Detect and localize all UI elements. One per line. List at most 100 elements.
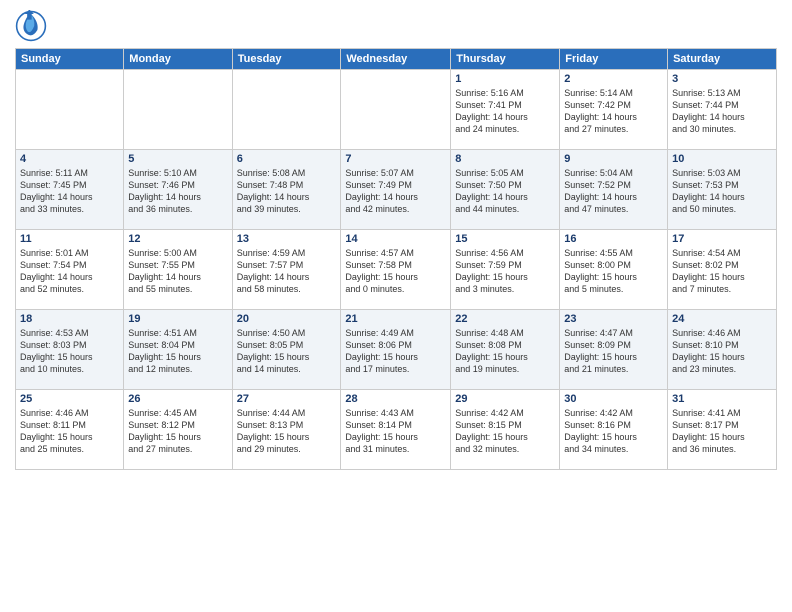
calendar-cell: 20 Sunrise: 4:50 AM Sunset: 8:05 PM Dayli… <box>232 310 341 390</box>
week-row-5: 25 Sunrise: 4:46 AM Sunset: 8:11 PM Dayli… <box>16 390 777 470</box>
day-info: Sunrise: 4:55 AM Sunset: 8:00 PM Dayligh… <box>564 247 663 296</box>
logo <box>15 10 51 42</box>
week-row-2: 4 Sunrise: 5:11 AM Sunset: 7:45 PM Daylig… <box>16 150 777 230</box>
day-number: 24 <box>672 313 772 325</box>
day-number: 28 <box>345 393 446 405</box>
day-number: 26 <box>128 393 227 405</box>
weekday-header-sunday: Sunday <box>16 49 124 70</box>
day-info: Sunrise: 5:04 AM Sunset: 7:52 PM Dayligh… <box>564 167 663 216</box>
calendar-cell: 10Sunrise: 5:03 AM Sunset: 7:53 PM Dayli… <box>668 150 777 230</box>
day-info: Sunrise: 5:07 AM Sunset: 7:49 PM Dayligh… <box>345 167 446 216</box>
day-info: Sunrise: 4:46 AM Sunset: 8:10 PM Dayligh… <box>672 327 772 376</box>
day-number: 10 <box>672 153 772 165</box>
day-number: 21 <box>345 313 446 325</box>
calendar-cell: 22 Sunrise: 4:48 AM Sunset: 8:08 PM Dayli… <box>451 310 560 390</box>
calendar-cell: 29 Sunrise: 4:42 AM Sunset: 8:15 PM Dayli… <box>451 390 560 470</box>
day-number: 5 <box>128 153 227 165</box>
calendar-cell: 6 Sunrise: 5:08 AM Sunset: 7:48 PM Daylig… <box>232 150 341 230</box>
day-info: Sunrise: 4:48 AM Sunset: 8:08 PM Dayligh… <box>455 327 555 376</box>
day-info: Sunrise: 4:54 AM Sunset: 8:02 PM Dayligh… <box>672 247 772 296</box>
calendar-cell: 11 Sunrise: 5:01 AM Sunset: 7:54 PM Dayli… <box>16 230 124 310</box>
day-number: 29 <box>455 393 555 405</box>
day-info: Sunrise: 5:10 AM Sunset: 7:46 PM Dayligh… <box>128 167 227 216</box>
calendar-cell <box>16 70 124 150</box>
day-info: Sunrise: 5:13 AM Sunset: 7:44 PM Dayligh… <box>672 87 772 136</box>
calendar-cell: 13Sunrise: 4:59 AM Sunset: 7:57 PM Dayli… <box>232 230 341 310</box>
day-info: Sunrise: 4:57 AM Sunset: 7:58 PM Dayligh… <box>345 247 446 296</box>
calendar-cell: 25 Sunrise: 4:46 AM Sunset: 8:11 PM Dayli… <box>16 390 124 470</box>
day-number: 31 <box>672 393 772 405</box>
weekday-header-monday: Monday <box>124 49 232 70</box>
weekday-header-saturday: Saturday <box>668 49 777 70</box>
day-info: Sunrise: 4:43 AM Sunset: 8:14 PM Dayligh… <box>345 407 446 456</box>
calendar-cell: 7 Sunrise: 5:07 AM Sunset: 7:49 PM Daylig… <box>341 150 451 230</box>
calendar-cell: 5 Sunrise: 5:10 AM Sunset: 7:46 PM Daylig… <box>124 150 232 230</box>
day-number: 9 <box>564 153 663 165</box>
calendar-cell: 2 Sunrise: 5:14 AM Sunset: 7:42 PM Daylig… <box>560 70 668 150</box>
day-number: 7 <box>345 153 446 165</box>
day-number: 6 <box>237 153 337 165</box>
day-number: 22 <box>455 313 555 325</box>
day-number: 14 <box>345 233 446 245</box>
week-row-1: 1Sunrise: 5:16 AM Sunset: 7:41 PM Daylig… <box>16 70 777 150</box>
calendar-cell: 21Sunrise: 4:49 AM Sunset: 8:06 PM Dayli… <box>341 310 451 390</box>
week-row-4: 18 Sunrise: 4:53 AM Sunset: 8:03 PM Dayli… <box>16 310 777 390</box>
calendar-cell: 14 Sunrise: 4:57 AM Sunset: 7:58 PM Dayli… <box>341 230 451 310</box>
calendar-cell: 3 Sunrise: 5:13 AM Sunset: 7:44 PM Daylig… <box>668 70 777 150</box>
day-number: 4 <box>20 153 119 165</box>
header <box>15 10 777 42</box>
weekday-header-row: SundayMondayTuesdayWednesdayThursdayFrid… <box>16 49 777 70</box>
calendar-cell: 30Sunrise: 4:42 AM Sunset: 8:16 PM Dayli… <box>560 390 668 470</box>
day-number: 8 <box>455 153 555 165</box>
calendar-cell: 4 Sunrise: 5:11 AM Sunset: 7:45 PM Daylig… <box>16 150 124 230</box>
calendar-cell: 28 Sunrise: 4:43 AM Sunset: 8:14 PM Dayli… <box>341 390 451 470</box>
day-info: Sunrise: 5:05 AM Sunset: 7:50 PM Dayligh… <box>455 167 555 216</box>
day-info: Sunrise: 5:08 AM Sunset: 7:48 PM Dayligh… <box>237 167 337 216</box>
day-info: Sunrise: 4:51 AM Sunset: 8:04 PM Dayligh… <box>128 327 227 376</box>
day-number: 30 <box>564 393 663 405</box>
calendar-cell: 18 Sunrise: 4:53 AM Sunset: 8:03 PM Dayli… <box>16 310 124 390</box>
day-info: Sunrise: 4:46 AM Sunset: 8:11 PM Dayligh… <box>20 407 119 456</box>
day-number: 16 <box>564 233 663 245</box>
day-number: 1 <box>455 73 555 85</box>
calendar-cell: 8 Sunrise: 5:05 AM Sunset: 7:50 PM Daylig… <box>451 150 560 230</box>
calendar-cell <box>341 70 451 150</box>
logo-icon <box>15 10 47 42</box>
week-row-3: 11 Sunrise: 5:01 AM Sunset: 7:54 PM Dayli… <box>16 230 777 310</box>
day-number: 25 <box>20 393 119 405</box>
day-info: Sunrise: 5:14 AM Sunset: 7:42 PM Dayligh… <box>564 87 663 136</box>
day-info: Sunrise: 4:44 AM Sunset: 8:13 PM Dayligh… <box>237 407 337 456</box>
page: SundayMondayTuesdayWednesdayThursdayFrid… <box>0 0 792 612</box>
day-info: Sunrise: 4:59 AM Sunset: 7:57 PM Dayligh… <box>237 247 337 296</box>
day-info: Sunrise: 4:50 AM Sunset: 8:05 PM Dayligh… <box>237 327 337 376</box>
day-number: 20 <box>237 313 337 325</box>
day-number: 23 <box>564 313 663 325</box>
calendar-cell: 1Sunrise: 5:16 AM Sunset: 7:41 PM Daylig… <box>451 70 560 150</box>
weekday-header-tuesday: Tuesday <box>232 49 341 70</box>
day-info: Sunrise: 4:53 AM Sunset: 8:03 PM Dayligh… <box>20 327 119 376</box>
calendar-cell: 24 Sunrise: 4:46 AM Sunset: 8:10 PM Dayli… <box>668 310 777 390</box>
calendar-cell: 9 Sunrise: 5:04 AM Sunset: 7:52 PM Daylig… <box>560 150 668 230</box>
calendar-cell <box>124 70 232 150</box>
day-info: Sunrise: 4:56 AM Sunset: 7:59 PM Dayligh… <box>455 247 555 296</box>
calendar-cell: 17 Sunrise: 4:54 AM Sunset: 8:02 PM Dayli… <box>668 230 777 310</box>
calendar-cell <box>232 70 341 150</box>
day-info: Sunrise: 5:11 AM Sunset: 7:45 PM Dayligh… <box>20 167 119 216</box>
calendar-cell: 23 Sunrise: 4:47 AM Sunset: 8:09 PM Dayli… <box>560 310 668 390</box>
day-info: Sunrise: 4:47 AM Sunset: 8:09 PM Dayligh… <box>564 327 663 376</box>
calendar-table: SundayMondayTuesdayWednesdayThursdayFrid… <box>15 48 777 470</box>
day-info: Sunrise: 5:01 AM Sunset: 7:54 PM Dayligh… <box>20 247 119 296</box>
day-number: 18 <box>20 313 119 325</box>
calendar-cell: 26 Sunrise: 4:45 AM Sunset: 8:12 PM Dayli… <box>124 390 232 470</box>
day-number: 17 <box>672 233 772 245</box>
day-number: 2 <box>564 73 663 85</box>
day-number: 3 <box>672 73 772 85</box>
day-number: 27 <box>237 393 337 405</box>
day-number: 11 <box>20 233 119 245</box>
day-info: Sunrise: 4:45 AM Sunset: 8:12 PM Dayligh… <box>128 407 227 456</box>
weekday-header-friday: Friday <box>560 49 668 70</box>
day-number: 15 <box>455 233 555 245</box>
day-number: 12 <box>128 233 227 245</box>
calendar-cell: 16 Sunrise: 4:55 AM Sunset: 8:00 PM Dayli… <box>560 230 668 310</box>
day-info: Sunrise: 4:42 AM Sunset: 8:15 PM Dayligh… <box>455 407 555 456</box>
